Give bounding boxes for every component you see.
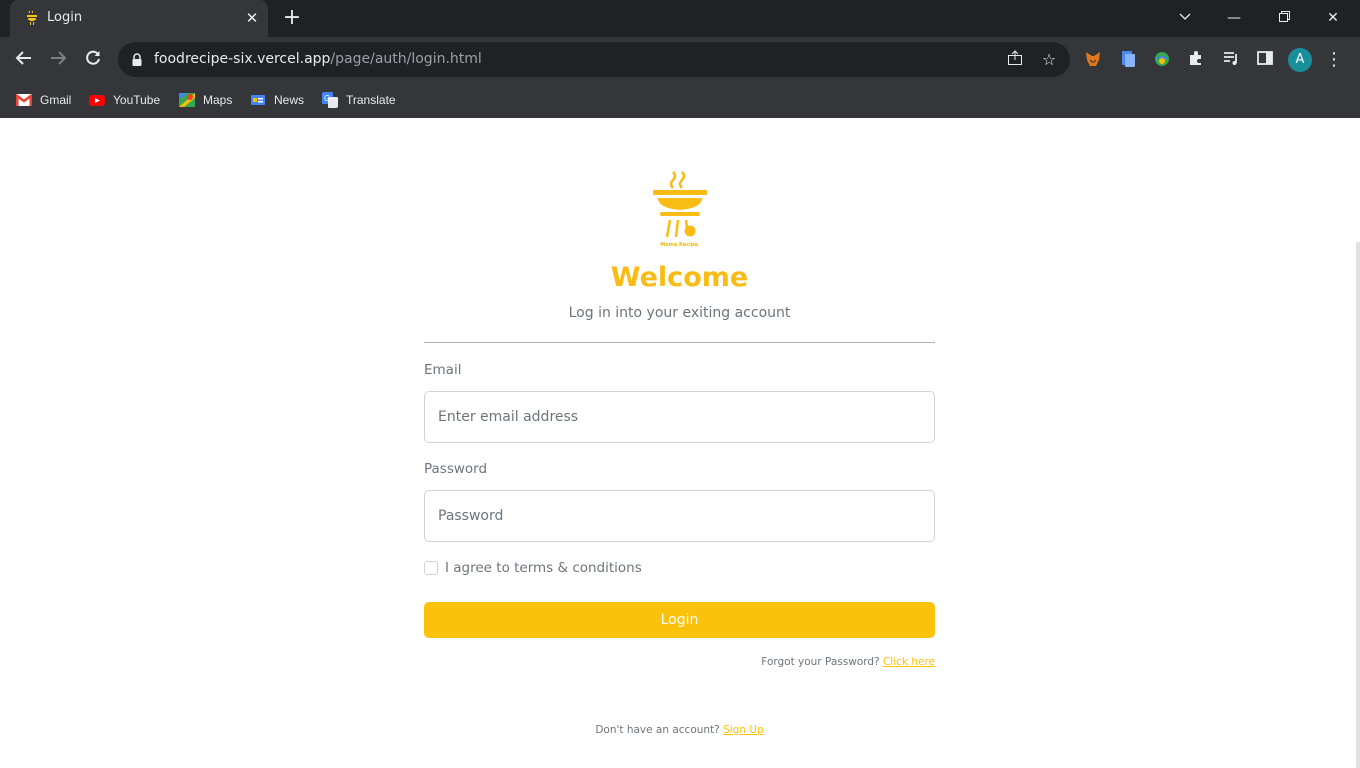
close-window-icon[interactable]: ✕: [1321, 6, 1345, 30]
news-icon: [251, 95, 265, 105]
tab-search-chevron-icon[interactable]: [1173, 6, 1197, 30]
address-bar[interactable]: foodrecipe-six.vercel.app/page/auth/logi…: [118, 42, 1070, 77]
login-page: Mama Recipe. Welcome Log in into your ex…: [0, 118, 1360, 768]
maps-icon: [179, 93, 195, 107]
browser-toolbar: foodrecipe-six.vercel.app/page/auth/logi…: [0, 37, 1360, 82]
tab-title: Login: [47, 10, 83, 25]
star-bookmark-icon[interactable]: ☆: [1039, 50, 1059, 70]
bookmarks-bar: Gmail YouTube Maps News G Translate: [0, 82, 1360, 118]
chef-favicon-icon: [27, 10, 37, 25]
docs-extension-icon[interactable]: [1119, 50, 1137, 68]
email-field[interactable]: [424, 391, 935, 443]
side-panel-icon[interactable]: [1254, 49, 1276, 71]
lock-icon: [132, 53, 142, 66]
password-field[interactable]: [424, 490, 935, 542]
page-subtitle: Log in into your exiting account: [568, 305, 791, 321]
forgot-password-link[interactable]: Click here: [883, 656, 935, 668]
kebab-menu-icon[interactable]: ⋮: [1323, 49, 1345, 71]
divider: [424, 342, 935, 343]
tab-login[interactable]: Login ✕: [10, 0, 268, 37]
signup-link[interactable]: Sign Up: [723, 724, 764, 736]
forward-arrow-icon[interactable]: [47, 49, 69, 71]
translate-icon: G: [322, 92, 338, 108]
signup-row: Don't have an account? Sign Up: [424, 724, 935, 736]
forgot-password-row: Forgot your Password? Click here: [424, 656, 935, 668]
bookmark-gmail[interactable]: Gmail: [16, 89, 71, 111]
svg-text:G: G: [324, 94, 330, 103]
reload-icon[interactable]: [82, 49, 104, 71]
terms-row: I agree to terms & conditions: [424, 560, 642, 576]
share-icon[interactable]: [1005, 50, 1025, 70]
terms-label[interactable]: I agree to terms & conditions: [445, 560, 642, 576]
bookmark-translate[interactable]: G Translate: [322, 89, 396, 111]
new-tab-plus-icon[interactable]: +: [281, 7, 303, 29]
bookmark-news[interactable]: News: [250, 89, 304, 111]
login-button[interactable]: Login: [424, 602, 935, 638]
chef-grill-logo-icon: [653, 171, 707, 238]
puzzle-extensions-icon[interactable]: [1185, 49, 1207, 71]
page-title: Welcome: [610, 262, 749, 293]
minimize-icon[interactable]: —: [1222, 6, 1246, 30]
bookmark-maps[interactable]: Maps: [179, 89, 232, 111]
password-label: Password: [424, 461, 488, 477]
youtube-icon: [89, 95, 105, 106]
signup-text: Don't have an account?: [595, 724, 720, 736]
tab-strip: Login ✕ + — ✕: [0, 0, 1360, 37]
bookmark-youtube[interactable]: YouTube: [89, 89, 160, 111]
url-text[interactable]: foodrecipe-six.vercel.app/page/auth/logi…: [154, 51, 482, 67]
email-label: Email: [424, 362, 462, 378]
close-icon[interactable]: ✕: [242, 8, 262, 28]
terms-checkbox[interactable]: [424, 561, 438, 575]
scrollbar[interactable]: [1356, 242, 1360, 768]
back-arrow-icon[interactable]: [13, 49, 35, 71]
profile-avatar[interactable]: A: [1288, 48, 1312, 72]
metamask-fox-icon[interactable]: [1084, 50, 1102, 68]
globe-extension-icon[interactable]: [1153, 50, 1171, 68]
logo-caption: Mama Recipe.: [660, 242, 700, 248]
forgot-password-text: Forgot your Password?: [761, 656, 880, 668]
gmail-icon: [16, 94, 32, 106]
media-queue-icon[interactable]: [1220, 49, 1242, 71]
restore-icon[interactable]: [1272, 6, 1296, 30]
